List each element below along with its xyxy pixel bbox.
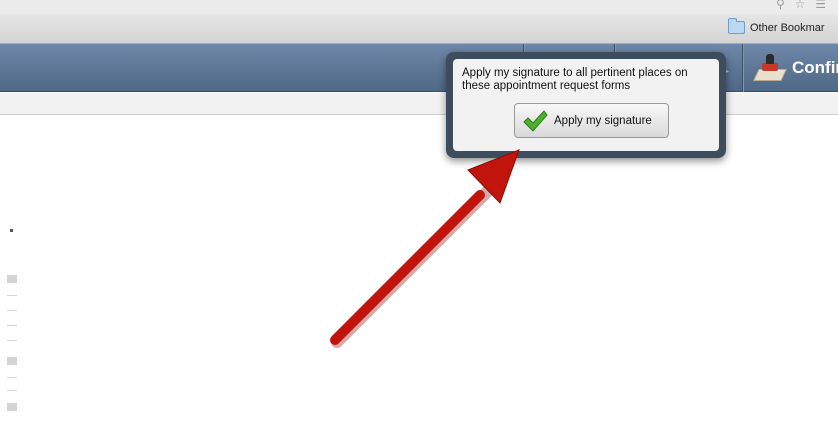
other-bookmarks-label: Other Bookmar: [750, 21, 825, 34]
content-mark: [7, 403, 17, 411]
popover-body: Apply my signature to all pertinent plac…: [453, 59, 719, 151]
star-icon[interactable]: ☆: [795, 0, 806, 11]
confirm-button-label: Confir: [792, 58, 838, 77]
content-mark: [10, 229, 13, 232]
content-mark: [7, 325, 17, 326]
checkmark-icon: [523, 109, 548, 132]
browser-title-area: ⚲ ☆ ☰: [0, 0, 838, 14]
apply-signature-label: Apply my signature: [554, 114, 652, 127]
zoom-icon[interactable]: ⚲: [776, 0, 785, 11]
menu-icon[interactable]: ☰: [815, 0, 826, 11]
content-mark: [7, 295, 17, 296]
confirm-button[interactable]: Confir: [746, 44, 838, 92]
content-mark: [7, 390, 17, 391]
toolbar-divider: [742, 44, 743, 92]
browser-toolbar-icons: ⚲ ☆ ☰: [770, 0, 826, 11]
content-mark: [7, 377, 17, 378]
content-mark: [7, 310, 17, 311]
popover-message: Apply my signature to all pertinent plac…: [462, 67, 688, 92]
bookmarks-bar: Other Bookmar: [0, 14, 838, 44]
signature-popover: Apply my signature to all pertinent plac…: [446, 52, 726, 158]
folder-icon: [728, 18, 745, 34]
stamp-icon: [753, 53, 787, 83]
other-bookmarks-folder[interactable]: Other Bookmar: [728, 18, 825, 34]
content-mark: [7, 357, 17, 365]
content-mark: [7, 275, 17, 283]
content-mark: [7, 340, 17, 341]
apply-signature-button[interactable]: Apply my signature: [514, 103, 669, 138]
